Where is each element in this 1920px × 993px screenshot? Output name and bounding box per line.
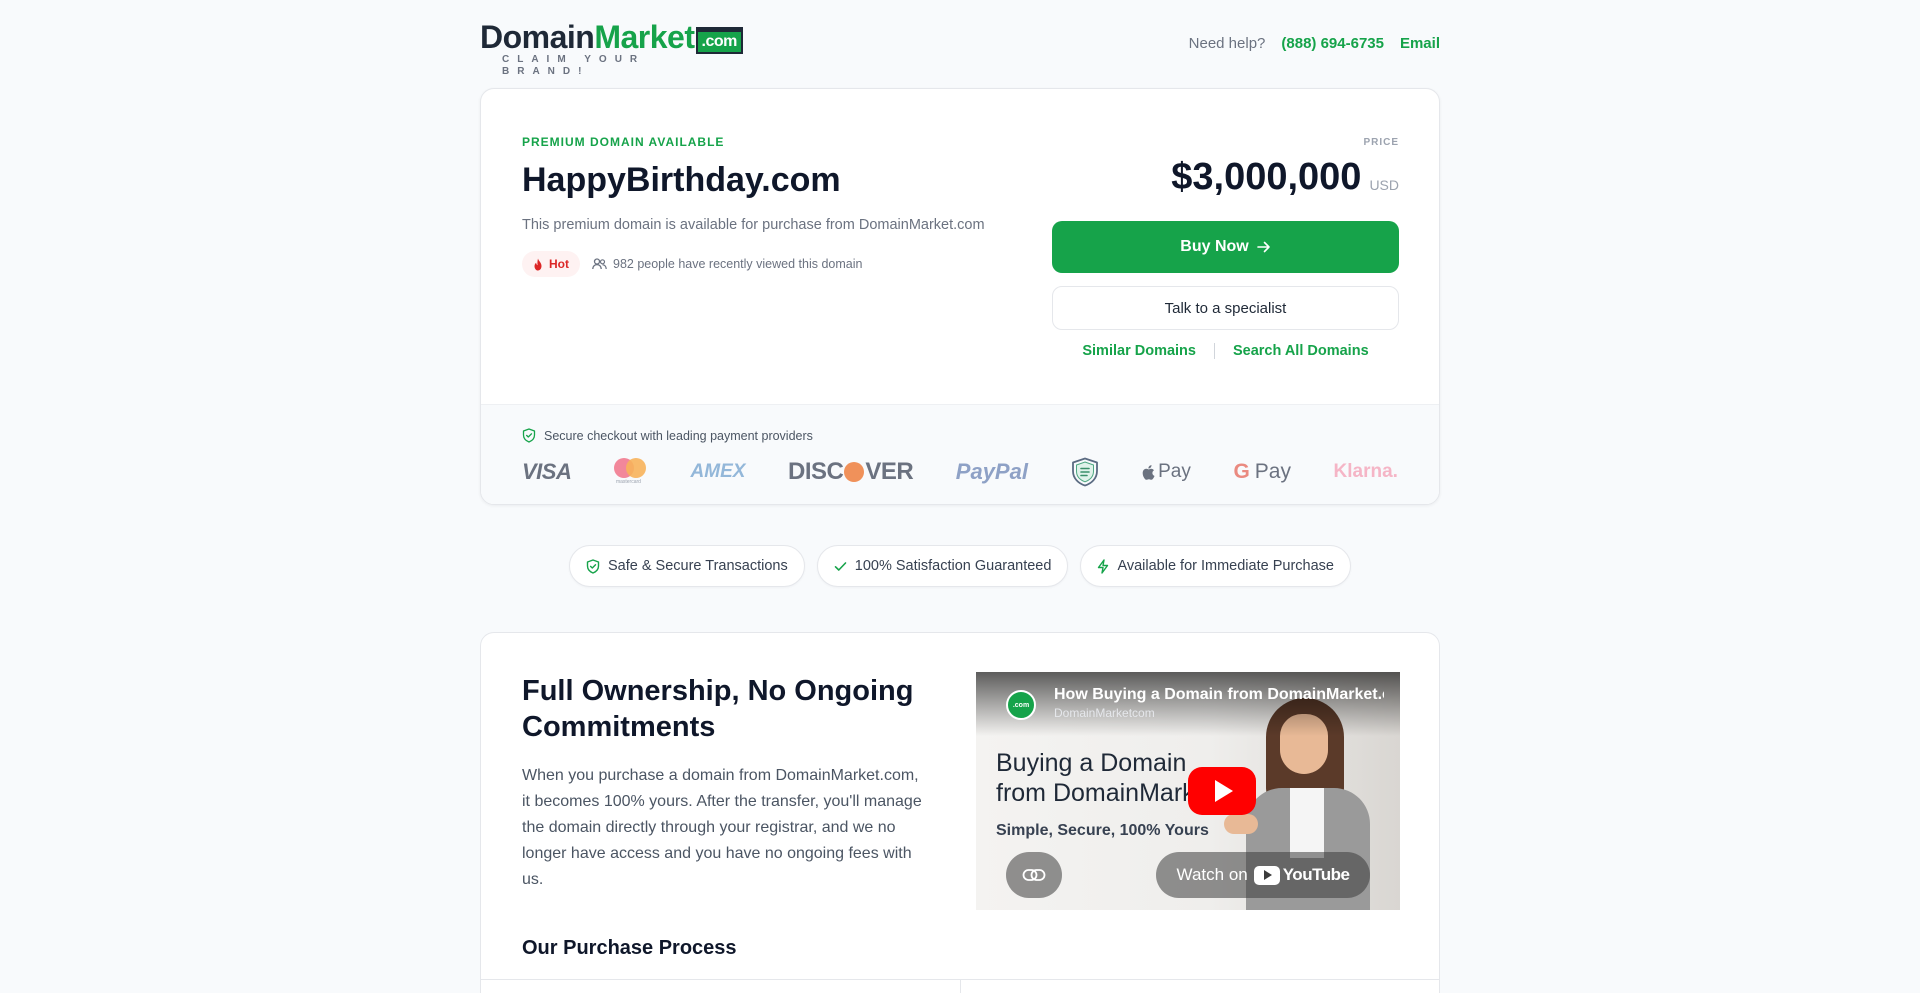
youtube-logo: YouTube — [1253, 865, 1350, 885]
trust-pill-immediate: Available for Immediate Purchase — [1080, 545, 1351, 587]
play-icon — [1215, 780, 1233, 802]
flame-icon — [534, 258, 542, 270]
hot-badge: Hot — [522, 251, 580, 277]
shield-lock-icon — [1071, 457, 1098, 487]
price-label: PRICE — [1363, 137, 1399, 148]
watch-on-youtube-button[interactable]: Watch on YouTube — [1156, 852, 1370, 898]
logo-tagline: CLAIM YOUR BRAND! — [502, 54, 646, 77]
domain-listing-card: PREMIUM DOMAIN AVAILABLE HappyBirthday.c… — [480, 88, 1440, 505]
premium-label: PREMIUM DOMAIN AVAILABLE — [522, 135, 725, 149]
amex-logo: AMEX — [690, 461, 746, 482]
channel-avatar[interactable]: .com — [1006, 690, 1036, 720]
trust-pill-satisfaction: 100% Satisfaction Guaranteed — [816, 545, 1069, 587]
apple-icon — [1142, 464, 1155, 480]
video-subline: Simple, Secure, 100% Yours — [996, 822, 1209, 839]
email-link[interactable]: Email — [1400, 35, 1440, 52]
help-contacts: Need help? (888) 694-6735 Email — [1189, 35, 1440, 52]
domain-title: HappyBirthday.com — [522, 161, 841, 199]
arrow-right-icon — [1256, 241, 1270, 253]
currency-label: USD — [1369, 177, 1399, 193]
klarna-logo: Klarna. — [1333, 461, 1398, 482]
phone-link[interactable]: (888) 694-6735 — [1281, 35, 1384, 52]
trust-badges: Safe & Secure Transactions 100% Satisfac… — [480, 545, 1440, 587]
domainmarket-logo[interactable]: DomainMarket .com CLAIM YOUR BRAND! — [480, 20, 743, 77]
copy-link-button[interactable] — [1006, 852, 1062, 898]
viewers-count: 982 people have recently viewed this dom… — [592, 257, 862, 271]
paypal-logo: PayPal — [955, 459, 1028, 484]
ownership-text: When you purchase a domain from DomainMa… — [522, 767, 922, 888]
site-header: DomainMarket .com CLAIM YOUR BRAND! Need … — [480, 20, 1440, 77]
ownership-section: Full Ownership, No Ongoing Commitments W… — [480, 632, 1440, 993]
shield-check-icon — [586, 558, 600, 574]
link-divider — [1213, 343, 1215, 359]
ownership-title: Full Ownership, No Ongoing Commitments — [522, 675, 914, 743]
apple-pay-logo: Pay — [1141, 461, 1191, 483]
similar-domains-link[interactable]: Similar Domains — [1082, 343, 1196, 359]
mastercard-logo: mastercard — [613, 458, 648, 486]
buy-now-button[interactable]: Buy Now — [1052, 221, 1399, 273]
divider — [960, 979, 961, 993]
users-icon — [592, 258, 607, 270]
price-value: $3,000,000 — [1171, 156, 1362, 198]
search-all-domains-link[interactable]: Search All Domains — [1233, 343, 1369, 359]
logo-com-box: .com — [695, 27, 743, 54]
lightning-icon — [1098, 558, 1109, 574]
help-label: Need help? — [1188, 35, 1266, 52]
google-pay-logo: G Pay — [1233, 460, 1291, 483]
youtube-video-embed[interactable]: Buying a Domain from DomainMarket Simple… — [976, 672, 1400, 910]
discover-logo: DISC VER — [788, 458, 914, 485]
check-icon — [834, 561, 847, 571]
domain-description: This premium domain is available for pur… — [522, 217, 985, 233]
video-title[interactable]: How Buying a Domain from DomainMarket.co… — [1054, 686, 1384, 704]
play-button[interactable] — [1188, 767, 1256, 815]
secure-checkout-text: Secure checkout with leading payment pro… — [544, 428, 813, 443]
video-channel[interactable]: DomainMarketcom — [1054, 706, 1155, 720]
talk-to-specialist-button[interactable]: Talk to a specialist — [1052, 286, 1399, 330]
process-title: Our Purchase Process — [522, 937, 737, 959]
shield-check-icon — [522, 428, 536, 443]
payment-providers: Secure checkout with leading payment pro… — [481, 404, 1439, 504]
trust-pill-secure: Safe & Secure Transactions — [569, 545, 805, 587]
link-icon — [1022, 869, 1046, 881]
visa-logo: VISA — [522, 459, 572, 484]
